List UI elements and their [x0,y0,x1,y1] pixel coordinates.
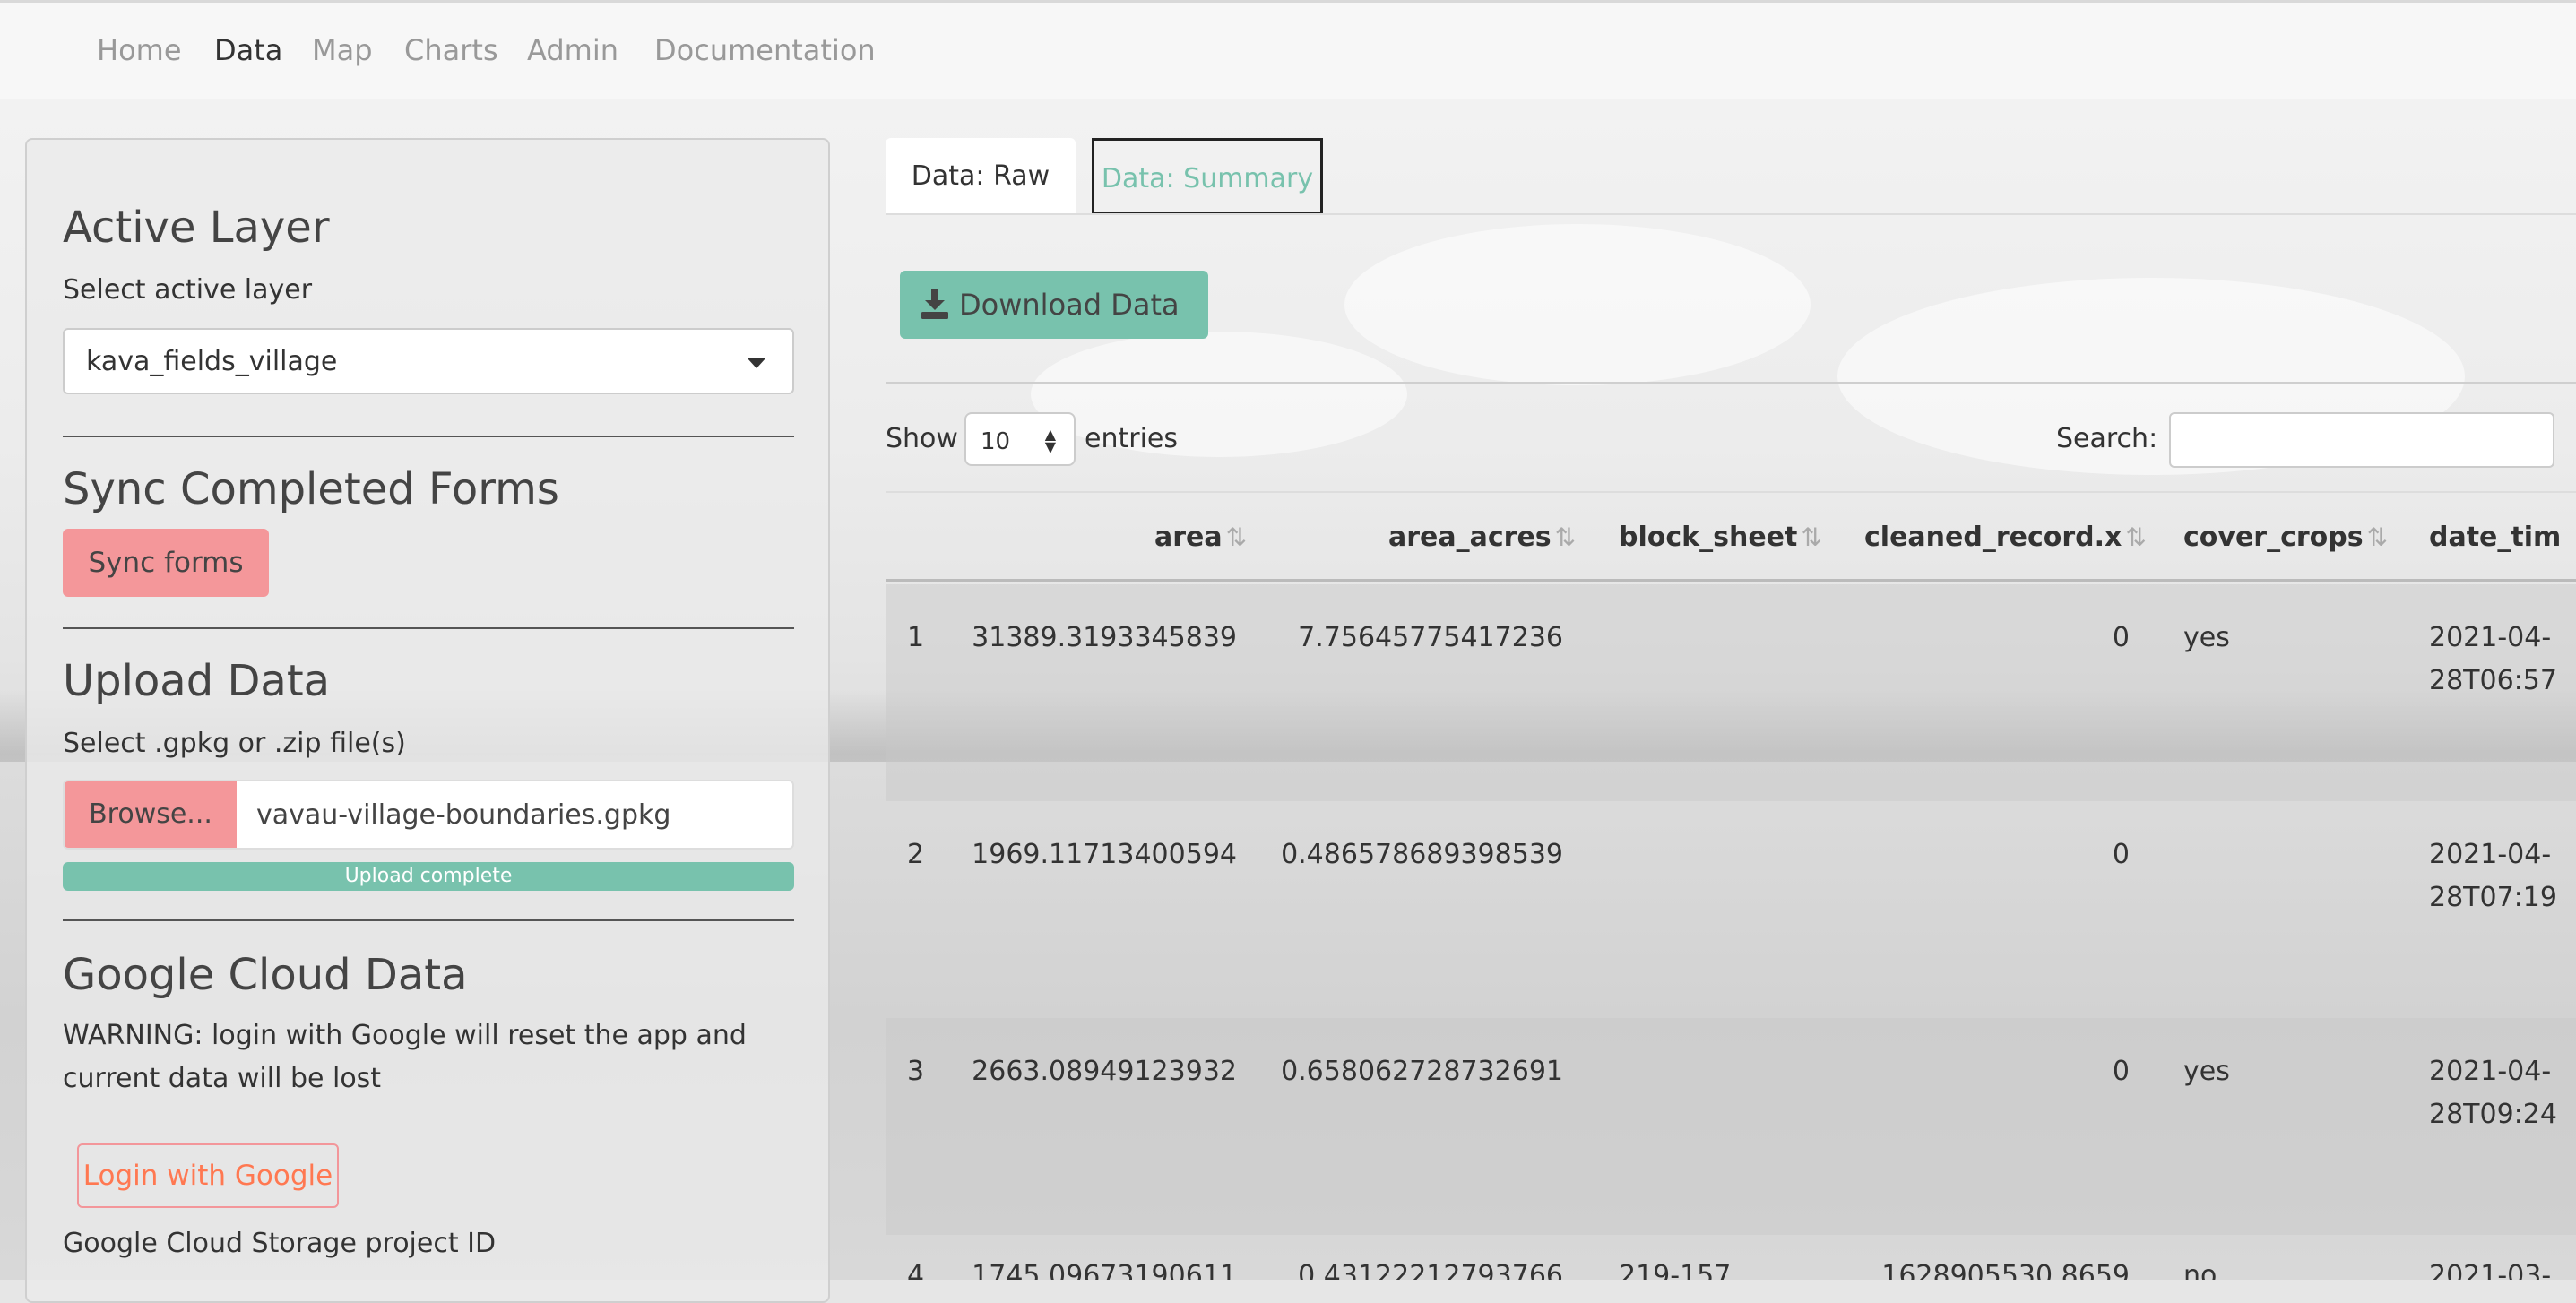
cell-index: 2 [907,839,925,870]
cell-area: 2663.08949123932 [972,1056,1237,1087]
nav-home[interactable]: Home [97,33,182,67]
divider [886,382,2576,384]
cell-area-acres: 0.43122212793766 [1298,1260,1563,1280]
table-row[interactable]: 3 2663.08949123932 0.658062728732691 0 y… [886,1018,2576,1235]
divider [63,919,794,921]
cell-date-line2: 28T09:24 [2429,1099,2557,1130]
search-label: Search: [2056,423,2158,454]
cell-area-acres: 0.658062728732691 [1281,1056,1563,1087]
sync-forms-button[interactable]: Sync forms [63,529,269,597]
cell-date-line1: 2021-04- [2429,839,2552,870]
sort-icon: ⇅ [1801,522,1822,552]
col-header-label: cover_crops [2183,522,2364,553]
divider [63,436,794,437]
chevron-down-icon [748,358,765,368]
nav-data[interactable]: Data [214,33,282,67]
sync-heading: Sync Completed Forms [63,464,559,514]
nav-charts[interactable]: Charts [404,33,498,67]
tab-data-summary[interactable]: Data: Summary [1092,138,1323,215]
cell-date-line1: 2021-04- [2429,1056,2552,1087]
sort-icon: ⇅ [1554,522,1577,552]
download-icon [921,289,948,319]
table-row[interactable]: 4 1745.09673190611 0.43122212793766 219-… [886,1235,2576,1280]
cell-cover-crops: yes [2183,622,2230,653]
show-label: Show [886,423,958,454]
google-warning-text: WARNING: login with Google will reset th… [63,1020,747,1094]
col-header-date-time[interactable]: date_tim [2429,522,2561,553]
active-layer-heading: Active Layer [63,203,330,253]
col-header-label: area_acres [1388,522,1552,553]
active-layer-label: Select active layer [63,274,313,306]
download-label: Download Data [959,288,1180,322]
tabs-divider [886,213,2576,215]
cell-index: 3 [907,1056,925,1087]
page-length-value: 10 [981,428,1011,455]
navbar: Home Data Map Charts Admin Documentation [0,0,2576,99]
table-top-border [886,491,2576,493]
sidebar-panel: Active Layer Select active layer kava_fi… [25,138,830,1303]
nav-admin[interactable]: Admin [527,33,618,67]
tab-data-raw[interactable]: Data: Raw [886,138,1076,215]
page-length-select[interactable]: 10 ▲ ▼ [964,412,1076,466]
col-header-label: date_tim [2429,522,2562,553]
google-heading: Google Cloud Data [63,950,468,1000]
browse-button[interactable]: Browse... [65,781,237,848]
col-header-label: cleaned_record.x [1864,522,2122,553]
cell-area: 31389.3193345839 [972,622,1237,653]
col-header-area[interactable]: area ⇅ [1154,522,1247,553]
cell-date-line2: 28T06:57 [2429,665,2557,696]
search-input[interactable] [2169,412,2554,468]
table-row[interactable]: 1 31389.3193345839 7.75645775417236 0 ye… [886,584,2576,801]
download-data-button[interactable]: Download Data [900,271,1208,339]
gcs-project-label: Google Cloud Storage project ID [63,1228,497,1259]
nav-map[interactable]: Map [312,33,373,67]
col-header-label: area [1154,522,1223,553]
table-row[interactable]: 2 1969.11713400594 0.486578689398539 0 2… [886,801,2576,1018]
col-header-cover-crops[interactable]: cover_crops ⇅ [2183,522,2388,553]
sort-icon: ⇅ [2125,522,2147,552]
file-upload-input[interactable]: Browse... vavau-village-boundaries.gpkg [63,780,794,850]
nav-documentation[interactable]: Documentation [654,33,876,67]
col-header-label: block_sheet [1619,522,1798,553]
cell-date-line1: 2021-04- [2429,622,2552,653]
active-layer-select[interactable]: kava_fields_village [63,328,794,394]
active-layer-value: kava_fields_village [86,346,338,377]
cell-date-line1: 2021-03- [2429,1260,2552,1280]
cell-cleaned-record-x: 0 [2112,1056,2130,1087]
cell-index: 1 [907,622,925,653]
updown-icon: ▲ ▼ [1044,426,1056,455]
entries-label: entries [1085,423,1178,454]
table-header-border [886,579,2576,582]
sort-icon: ⇅ [2366,522,2389,552]
upload-heading: Upload Data [63,656,331,706]
uploaded-filename: vavau-village-boundaries.gpkg [256,799,671,831]
cell-cleaned-record-x: 1628905530.8659 [1881,1260,2130,1280]
cell-cleaned-record-x: 0 [2112,839,2130,870]
cell-cover-crops: no [2183,1260,2217,1280]
col-header-area-acres[interactable]: area_acres ⇅ [1388,522,1576,553]
col-header-cleaned-record-x[interactable]: cleaned_record.x ⇅ [1864,522,2147,553]
sort-icon: ⇅ [1225,522,1248,552]
login-google-button[interactable]: Login with Google [77,1143,339,1208]
cell-area: 1745.09673190611 [972,1260,1237,1280]
cell-block-sheet: 219-157 [1619,1260,1732,1280]
cell-cover-crops: yes [2183,1056,2230,1087]
upload-progress-bar: Upload complete [63,862,794,891]
cell-date-line2: 28T07:19 [2429,882,2557,913]
cell-index: 4 [907,1260,925,1280]
cell-area-acres: 7.75645775417236 [1298,622,1563,653]
cell-area-acres: 0.486578689398539 [1281,839,1563,870]
cell-cleaned-record-x: 0 [2112,622,2130,653]
col-header-block-sheet[interactable]: block_sheet ⇅ [1619,522,1822,553]
upload-label: Select .gpkg or .zip file(s) [63,728,406,759]
cell-area: 1969.11713400594 [972,839,1237,870]
divider [63,627,794,629]
